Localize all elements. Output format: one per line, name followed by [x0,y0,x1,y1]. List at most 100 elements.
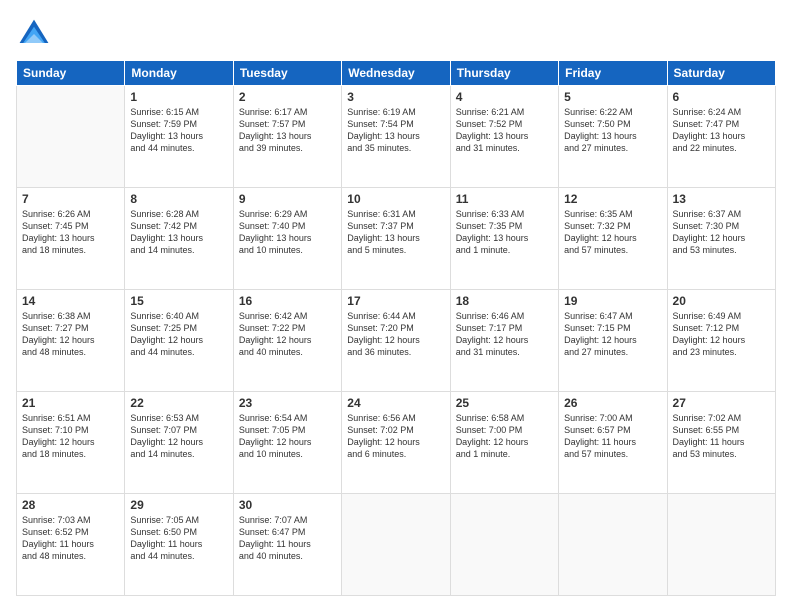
day-info: Sunrise: 6:33 AMSunset: 7:35 PMDaylight:… [456,208,553,257]
day-number: 7 [22,192,119,206]
day-number: 9 [239,192,336,206]
day-number: 2 [239,90,336,104]
calendar-day: 5 Sunrise: 6:22 AMSunset: 7:50 PMDaylight… [559,86,667,188]
calendar-day: 1 Sunrise: 6:15 AMSunset: 7:59 PMDaylight… [125,86,233,188]
calendar-day [17,86,125,188]
day-number: 19 [564,294,661,308]
calendar-day: 11 Sunrise: 6:33 AMSunset: 7:35 PMDayligh… [450,188,558,290]
day-number: 3 [347,90,444,104]
weekday-header-tuesday: Tuesday [233,61,341,86]
calendar-week-2: 7 Sunrise: 6:26 AMSunset: 7:45 PMDaylight… [17,188,776,290]
day-info: Sunrise: 6:40 AMSunset: 7:25 PMDaylight:… [130,310,227,359]
day-info: Sunrise: 6:54 AMSunset: 7:05 PMDaylight:… [239,412,336,461]
weekday-header-friday: Friday [559,61,667,86]
day-number: 1 [130,90,227,104]
calendar-day: 16 Sunrise: 6:42 AMSunset: 7:22 PMDayligh… [233,290,341,392]
day-number: 18 [456,294,553,308]
day-info: Sunrise: 7:02 AMSunset: 6:55 PMDaylight:… [673,412,770,461]
day-info: Sunrise: 6:47 AMSunset: 7:15 PMDaylight:… [564,310,661,359]
calendar-day: 6Sunrise: 6:24 AMSunset: 7:47 PMDaylight… [667,86,775,188]
day-info: Sunrise: 6:38 AMSunset: 7:27 PMDaylight:… [22,310,119,359]
day-number: 28 [22,498,119,512]
calendar-day: 15 Sunrise: 6:40 AMSunset: 7:25 PMDayligh… [125,290,233,392]
day-number: 29 [130,498,227,512]
calendar-week-3: 14 Sunrise: 6:38 AMSunset: 7:27 PMDayligh… [17,290,776,392]
day-info: Sunrise: 6:44 AMSunset: 7:20 PMDaylight:… [347,310,444,359]
weekday-header-thursday: Thursday [450,61,558,86]
day-number: 14 [22,294,119,308]
calendar-day: 19 Sunrise: 6:47 AMSunset: 7:15 PMDayligh… [559,290,667,392]
calendar-day: 29 Sunrise: 7:05 AMSunset: 6:50 PMDayligh… [125,494,233,596]
day-number: 23 [239,396,336,410]
page: SundayMondayTuesdayWednesdayThursdayFrid… [0,0,792,612]
calendar-day: 21 Sunrise: 6:51 AMSunset: 7:10 PMDayligh… [17,392,125,494]
calendar-day: 9 Sunrise: 6:29 AMSunset: 7:40 PMDaylight… [233,188,341,290]
day-info: Sunrise: 6:24 AMSunset: 7:47 PMDaylight:… [673,106,770,155]
day-number: 13 [673,192,770,206]
calendar-day: 24 Sunrise: 6:56 AMSunset: 7:02 PMDayligh… [342,392,450,494]
weekday-header-monday: Monday [125,61,233,86]
day-info: Sunrise: 6:26 AMSunset: 7:45 PMDaylight:… [22,208,119,257]
calendar-day: 30Sunrise: 7:07 AMSunset: 6:47 PMDayligh… [233,494,341,596]
weekday-header-row: SundayMondayTuesdayWednesdayThursdayFrid… [17,61,776,86]
calendar-day: 22Sunrise: 6:53 AMSunset: 7:07 PMDayligh… [125,392,233,494]
calendar-week-1: 1 Sunrise: 6:15 AMSunset: 7:59 PMDaylight… [17,86,776,188]
calendar-day: 26 Sunrise: 7:00 AMSunset: 6:57 PMDayligh… [559,392,667,494]
calendar-day: 8 Sunrise: 6:28 AMSunset: 7:42 PMDaylight… [125,188,233,290]
calendar-day: 2 Sunrise: 6:17 AMSunset: 7:57 PMDaylight… [233,86,341,188]
calendar-week-5: 28 Sunrise: 7:03 AMSunset: 6:52 PMDayligh… [17,494,776,596]
logo-icon [16,16,52,52]
calendar-table: SundayMondayTuesdayWednesdayThursdayFrid… [16,60,776,596]
calendar-day: 20Sunrise: 6:49 AMSunset: 7:12 PMDayligh… [667,290,775,392]
logo [16,16,56,52]
calendar-week-4: 21 Sunrise: 6:51 AMSunset: 7:10 PMDayligh… [17,392,776,494]
day-number: 8 [130,192,227,206]
calendar-day [667,494,775,596]
day-info: Sunrise: 6:17 AMSunset: 7:57 PMDaylight:… [239,106,336,155]
day-info: Sunrise: 6:19 AMSunset: 7:54 PMDaylight:… [347,106,444,155]
calendar-day [450,494,558,596]
calendar-day: 18 Sunrise: 6:46 AMSunset: 7:17 PMDayligh… [450,290,558,392]
day-number: 4 [456,90,553,104]
day-number: 16 [239,294,336,308]
day-number: 22 [130,396,227,410]
calendar-day: 12Sunrise: 6:35 AMSunset: 7:32 PMDayligh… [559,188,667,290]
day-info: Sunrise: 6:42 AMSunset: 7:22 PMDaylight:… [239,310,336,359]
day-info: Sunrise: 6:15 AMSunset: 7:59 PMDaylight:… [130,106,227,155]
calendar-day: 25 Sunrise: 6:58 AMSunset: 7:00 PMDayligh… [450,392,558,494]
calendar-day: 13Sunrise: 6:37 AMSunset: 7:30 PMDayligh… [667,188,775,290]
weekday-header-wednesday: Wednesday [342,61,450,86]
day-number: 21 [22,396,119,410]
calendar-day: 17 Sunrise: 6:44 AMSunset: 7:20 PMDayligh… [342,290,450,392]
header [16,16,776,52]
day-info: Sunrise: 7:00 AMSunset: 6:57 PMDaylight:… [564,412,661,461]
day-info: Sunrise: 6:28 AMSunset: 7:42 PMDaylight:… [130,208,227,257]
day-info: Sunrise: 7:05 AMSunset: 6:50 PMDaylight:… [130,514,227,563]
day-number: 25 [456,396,553,410]
calendar-day [342,494,450,596]
day-number: 10 [347,192,444,206]
calendar-day: 7 Sunrise: 6:26 AMSunset: 7:45 PMDaylight… [17,188,125,290]
calendar-day: 10Sunrise: 6:31 AMSunset: 7:37 PMDayligh… [342,188,450,290]
day-number: 15 [130,294,227,308]
day-info: Sunrise: 6:56 AMSunset: 7:02 PMDaylight:… [347,412,444,461]
day-info: Sunrise: 6:21 AMSunset: 7:52 PMDaylight:… [456,106,553,155]
day-info: Sunrise: 6:51 AMSunset: 7:10 PMDaylight:… [22,412,119,461]
day-info: Sunrise: 7:03 AMSunset: 6:52 PMDaylight:… [22,514,119,563]
day-info: Sunrise: 6:46 AMSunset: 7:17 PMDaylight:… [456,310,553,359]
day-number: 17 [347,294,444,308]
day-info: Sunrise: 6:22 AMSunset: 7:50 PMDaylight:… [564,106,661,155]
day-info: Sunrise: 6:49 AMSunset: 7:12 PMDaylight:… [673,310,770,359]
day-number: 12 [564,192,661,206]
day-number: 5 [564,90,661,104]
day-info: Sunrise: 6:29 AMSunset: 7:40 PMDaylight:… [239,208,336,257]
day-number: 24 [347,396,444,410]
day-info: Sunrise: 7:07 AMSunset: 6:47 PMDaylight:… [239,514,336,563]
day-info: Sunrise: 6:58 AMSunset: 7:00 PMDaylight:… [456,412,553,461]
day-number: 26 [564,396,661,410]
calendar-day: 4 Sunrise: 6:21 AMSunset: 7:52 PMDaylight… [450,86,558,188]
day-number: 11 [456,192,553,206]
calendar-day: 14 Sunrise: 6:38 AMSunset: 7:27 PMDayligh… [17,290,125,392]
calendar-day: 27Sunrise: 7:02 AMSunset: 6:55 PMDayligh… [667,392,775,494]
weekday-header-saturday: Saturday [667,61,775,86]
